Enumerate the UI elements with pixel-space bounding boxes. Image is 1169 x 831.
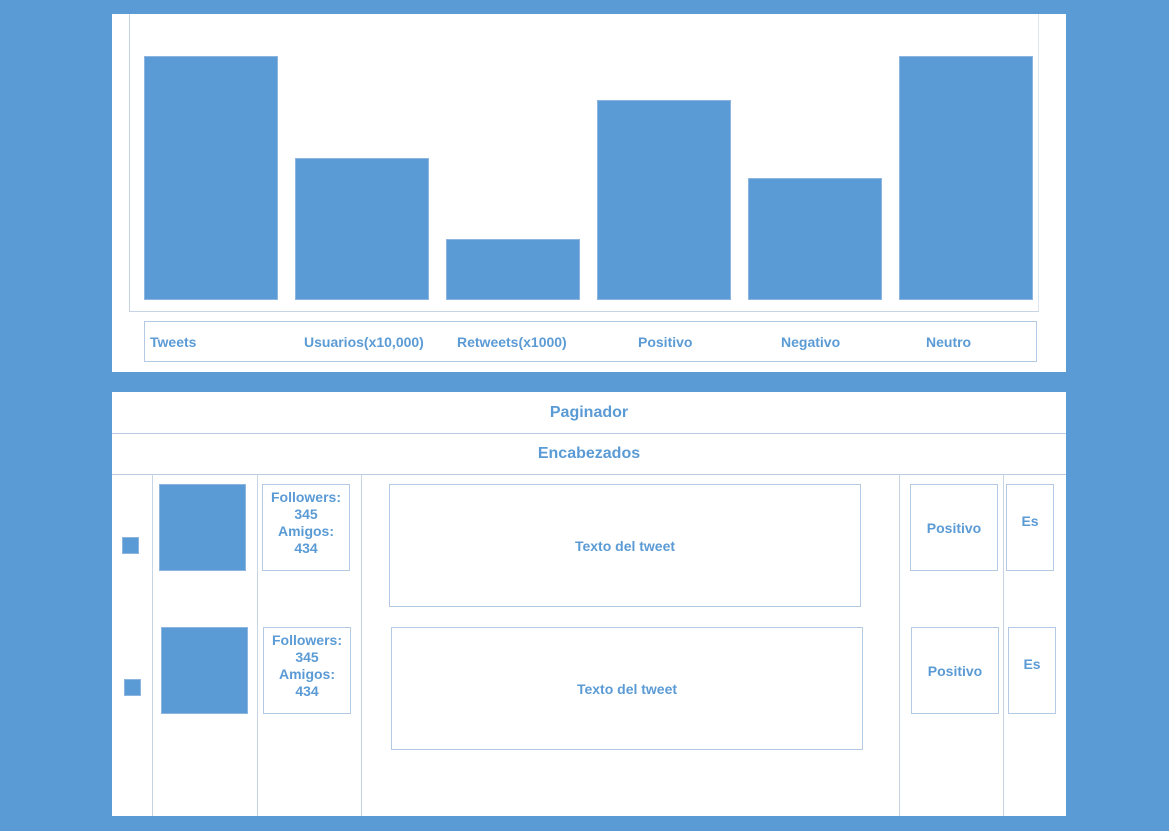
friends-label: Amigos: — [279, 666, 335, 682]
row-select-checkbox[interactable] — [124, 679, 141, 696]
language-label: Es — [1023, 656, 1041, 672]
chart-x-axis — [129, 311, 1039, 312]
chart-bar — [748, 178, 882, 300]
language-cell: Es — [1006, 484, 1054, 571]
chart-right-edge — [1038, 14, 1039, 311]
friends-label: Amigos: — [278, 523, 334, 539]
followers-label: Followers: — [270, 489, 341, 505]
followers-label: Followers: — [271, 632, 342, 648]
tweet-text: Texto del tweet — [391, 627, 863, 750]
headers-divider — [112, 474, 1066, 475]
chart-bar — [597, 100, 731, 300]
chart-y-axis — [129, 14, 130, 311]
column-divider — [257, 474, 258, 816]
row-select-checkbox[interactable] — [122, 537, 139, 554]
paginator[interactable]: Paginador — [112, 392, 1066, 433]
followers-count: 345 — [295, 649, 319, 665]
friends-count: 434 — [294, 540, 318, 556]
column-divider — [899, 474, 900, 816]
chart-bar — [446, 239, 580, 300]
chart-category-label: Usuarios(x10,000) — [304, 334, 424, 350]
friends-count: 434 — [295, 683, 319, 699]
column-divider — [1003, 474, 1004, 816]
tweet-text: Texto del tweet — [389, 484, 861, 607]
chart-category-label: Tweets — [150, 334, 197, 350]
chart-bar — [144, 56, 278, 300]
chart-category-label: Retweets(x1000) — [457, 334, 567, 350]
column-divider — [361, 474, 362, 816]
chart-category-label: Negativo — [781, 334, 841, 350]
chart-category-label: Positivo — [638, 334, 693, 350]
user-avatar — [161, 627, 248, 714]
chart-bar — [899, 56, 1033, 300]
sentiment-cell: Positivo — [910, 484, 998, 571]
tweets-table-panel: Paginador Encabezados Followers: 345 Ami… — [112, 392, 1066, 816]
chart-panel: Tweets Usuarios(x10,000) Retweets(x1000) Po… — [112, 14, 1066, 372]
chart-legend-box — [144, 321, 1037, 362]
followers-count: 345 — [294, 506, 318, 522]
user-stats: Followers: 345 Amigos: 434 — [263, 627, 351, 714]
chart-bar — [295, 158, 429, 300]
column-divider — [152, 474, 153, 816]
chart-category-label: Neutro — [926, 334, 972, 350]
language-label: Es — [1021, 513, 1039, 529]
user-avatar — [159, 484, 246, 571]
language-cell: Es — [1008, 627, 1056, 714]
table-headers: Encabezados — [537, 445, 641, 462]
user-stats: Followers: 345 Amigos: 434 — [262, 484, 350, 571]
sentiment-cell: Positivo — [911, 627, 999, 714]
